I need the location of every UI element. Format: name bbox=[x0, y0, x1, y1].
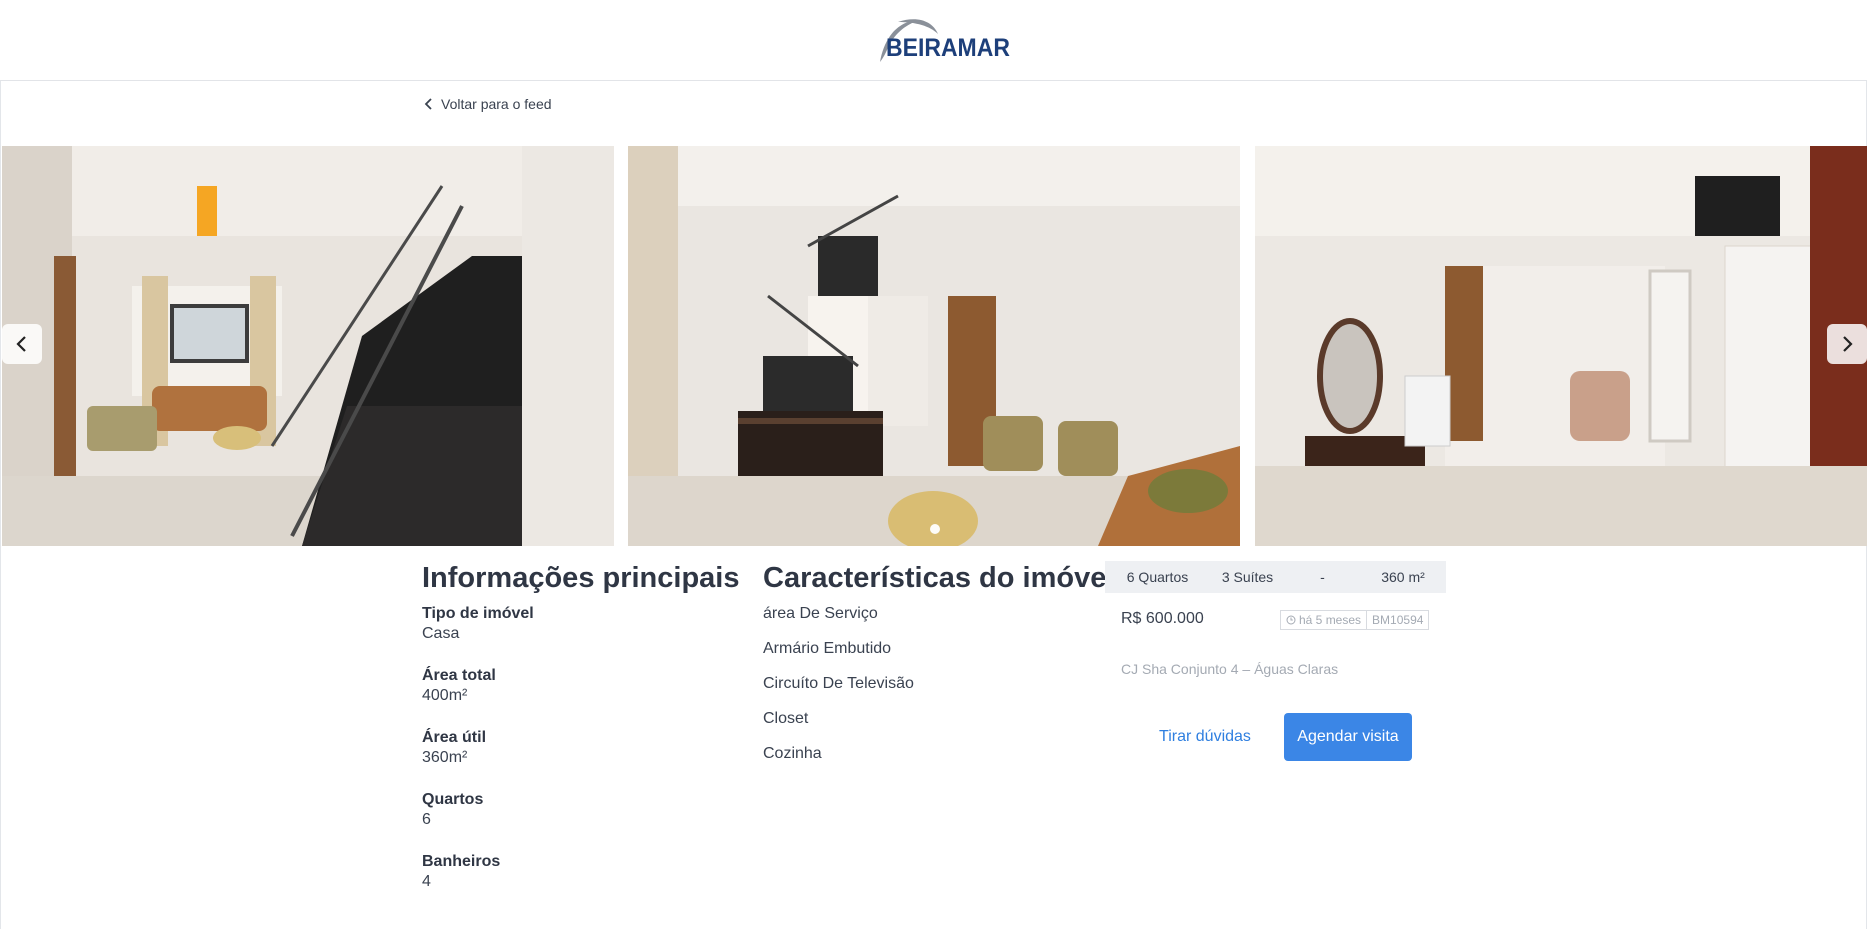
back-label: Voltar para o feed bbox=[441, 96, 552, 112]
stat-suites: 3 Suítes bbox=[1221, 569, 1274, 585]
brand-logo[interactable]: BEIRAMAR bbox=[858, 14, 1014, 66]
info-item-useful-area: Área útil 360m² bbox=[422, 728, 534, 790]
info-item-bathrooms: Banheiros 4 bbox=[422, 852, 534, 914]
age-text: há 5 meses bbox=[1299, 613, 1362, 627]
info-item-type: Tipo de imóvel Casa bbox=[422, 604, 534, 666]
info-item-bedrooms: Quartos 6 bbox=[422, 790, 534, 852]
feature-item: Closet bbox=[763, 710, 809, 727]
photo-gallery bbox=[0, 146, 1867, 546]
gallery-indicator-dot[interactable] bbox=[930, 524, 940, 534]
chevron-left-icon bbox=[424, 98, 432, 110]
info-label: Área útil bbox=[422, 729, 487, 746]
info-value: Casa bbox=[422, 625, 460, 642]
property-address: CJ Sha Conjunto 4 – Águas Claras bbox=[1121, 661, 1339, 677]
feature-item: Circuíto De Televisão bbox=[763, 675, 914, 692]
stat-bedrooms: 6 Quartos bbox=[1126, 569, 1189, 585]
info-value: 4 bbox=[422, 873, 431, 890]
info-label: Quartos bbox=[422, 791, 484, 808]
chevron-right-icon bbox=[1843, 336, 1853, 352]
age-badge: há 5 meses bbox=[1280, 610, 1368, 630]
code-badge: BM10594 bbox=[1367, 610, 1430, 630]
gallery-next-button[interactable] bbox=[1827, 324, 1867, 364]
info-item-total-area: Área total 400m² bbox=[422, 666, 534, 728]
clock-icon bbox=[1286, 615, 1296, 625]
property-stats-bar: 6 Quartos 3 Suítes - 360 m² bbox=[1105, 561, 1446, 593]
main-info-title: Informações principais bbox=[422, 562, 740, 594]
gallery-photo-2[interactable] bbox=[628, 146, 1240, 546]
info-label: Tipo de imóvel bbox=[422, 605, 534, 622]
feature-item: área De Serviço bbox=[763, 605, 878, 622]
gallery-prev-button[interactable] bbox=[2, 324, 42, 364]
gallery-photo-1[interactable] bbox=[2, 146, 614, 546]
site-header: BEIRAMAR bbox=[0, 0, 1867, 81]
stat-placeholder: - bbox=[1320, 569, 1325, 585]
stat-area: 360 m² bbox=[1381, 569, 1425, 585]
features-title: Características do imóvel bbox=[763, 562, 1115, 594]
back-to-feed-link[interactable]: Voltar para o feed bbox=[423, 96, 552, 112]
logo-text: BEIRAMAR bbox=[886, 34, 1010, 62]
info-value: 6 bbox=[422, 811, 431, 828]
ask-questions-button[interactable]: Tirar dúvidas bbox=[1154, 713, 1256, 761]
chevron-left-icon bbox=[16, 336, 26, 352]
main-info-list: Tipo de imóvel Casa Área total 400m² Áre… bbox=[422, 604, 534, 914]
property-price: R$ 600.000 bbox=[1121, 610, 1204, 627]
feature-item: Armário Embutido bbox=[763, 640, 892, 657]
info-label: Área total bbox=[422, 667, 496, 684]
listing-badges: há 5 meses BM10594 bbox=[1280, 610, 1430, 630]
gallery-photo-3[interactable] bbox=[1255, 146, 1867, 546]
info-value: 360m² bbox=[422, 749, 468, 766]
features-list: área De Serviço Armário Embutido Circuít… bbox=[763, 604, 914, 779]
info-value: 400m² bbox=[422, 687, 468, 704]
feature-item: Cozinha bbox=[763, 745, 822, 762]
info-label: Banheiros bbox=[422, 853, 501, 870]
schedule-visit-button[interactable]: Agendar visita bbox=[1284, 713, 1412, 761]
